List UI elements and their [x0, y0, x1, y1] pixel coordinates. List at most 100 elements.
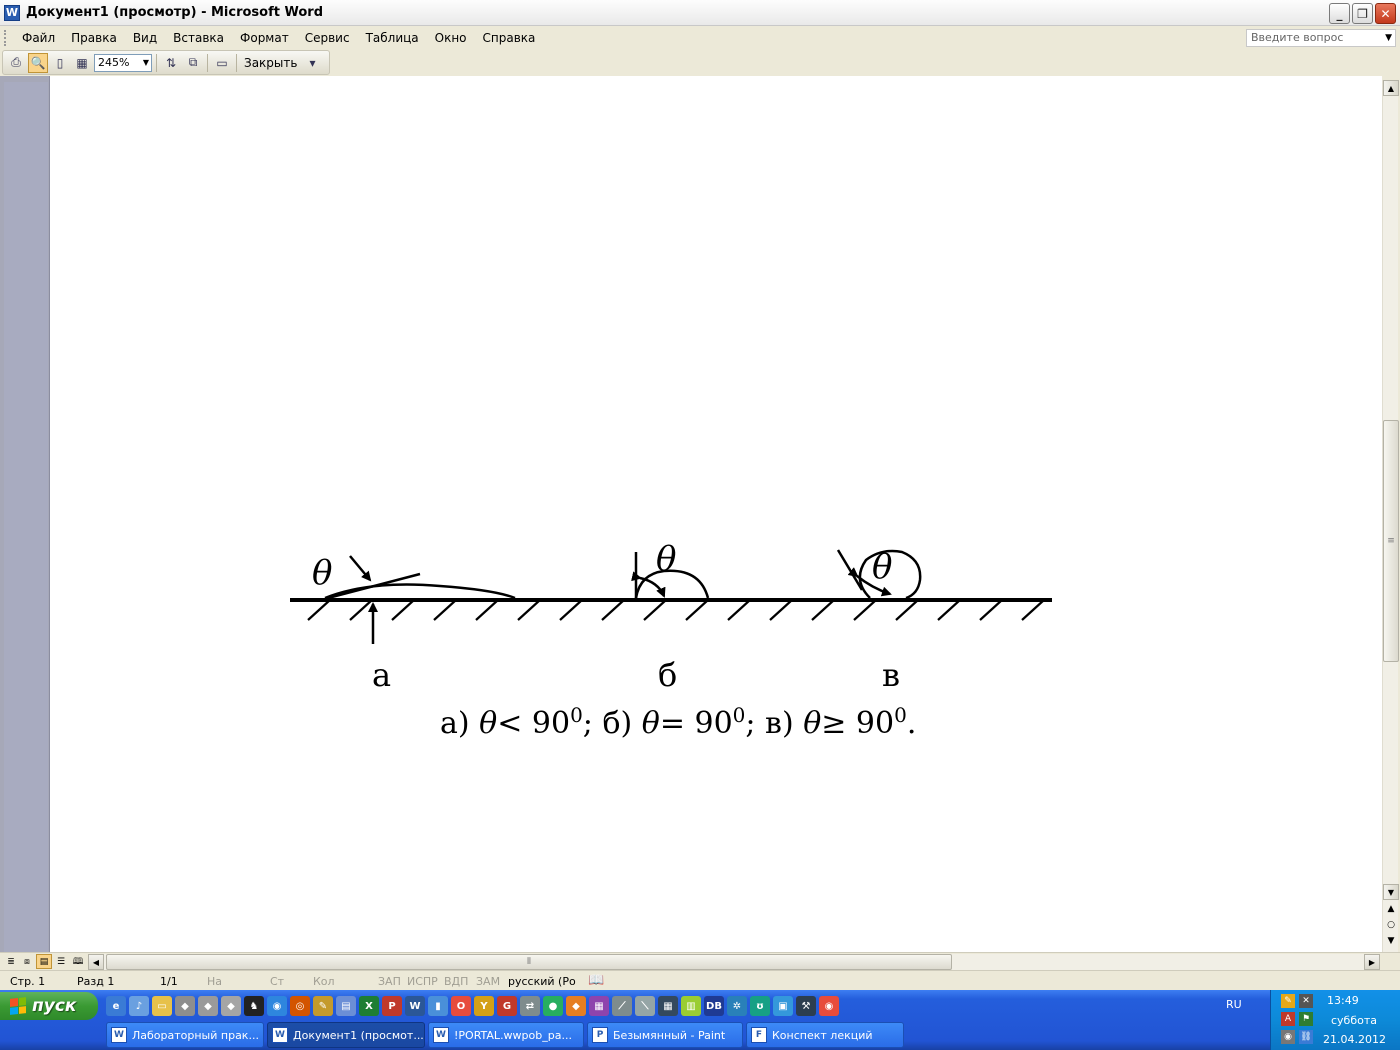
scroll-left-arrow-icon[interactable]: ◀ [88, 954, 104, 970]
utility-icon[interactable]: ▦ [589, 996, 609, 1016]
acrobat-icon[interactable]: G [497, 996, 517, 1016]
status-record[interactable]: ЗАП [378, 975, 401, 988]
chrome-icon[interactable]: ◉ [819, 996, 839, 1016]
pencil-tray-icon[interactable]: ✎ [1281, 994, 1295, 1008]
start-button[interactable]: пуск [0, 992, 98, 1020]
close-preview-button[interactable]: Закрыть [241, 56, 300, 70]
previous-page-icon[interactable]: ▲ [1386, 904, 1396, 914]
drive-icon-3[interactable]: ◆ [221, 996, 241, 1016]
close-window-button[interactable]: ✕ [1375, 3, 1396, 24]
toolbar-options-icon[interactable]: ▾ [302, 53, 322, 73]
clock-time[interactable]: 13:49 [1327, 994, 1359, 1007]
chess-icon[interactable]: ♞ [244, 996, 264, 1016]
shrink-to-fit-icon[interactable]: ⧉ [183, 53, 203, 73]
folder-icon[interactable]: ▭ [152, 996, 172, 1016]
horizontal-scrollbar[interactable]: ◀ ⦀ ▶ [88, 954, 1380, 970]
shield-tray-icon[interactable]: ⚑ [1299, 1012, 1313, 1026]
magnifier-icon[interactable]: 🔍 [28, 52, 48, 73]
menu-view[interactable]: Вид [125, 31, 165, 45]
connection-tray-icon[interactable]: ⛓ [1299, 1030, 1313, 1044]
task-lecture-notes[interactable]: F Конспект лекций [746, 1022, 904, 1048]
vertical-scrollbar[interactable]: ▲ ≡ ▼ ▲ ○ ▼ [1382, 80, 1399, 952]
menu-grip[interactable] [4, 30, 8, 46]
network-tray-icon[interactable]: ✕ [1299, 994, 1313, 1008]
minimize-button[interactable]: _ [1329, 3, 1350, 24]
task-paint[interactable]: P Безымянный - Paint [587, 1022, 743, 1048]
word-app-icon[interactable]: W [4, 4, 20, 21]
scroll-up-arrow-icon[interactable]: ▲ [1383, 80, 1399, 96]
menu-table[interactable]: Таблица [358, 31, 427, 45]
excel-icon[interactable]: X [359, 996, 379, 1016]
window-title: Документ1 (просмотр) - Microsoft Word [26, 5, 324, 20]
opera-icon[interactable]: O [451, 996, 471, 1016]
status-extend[interactable]: ВДП [444, 975, 468, 988]
print-layout-view-icon[interactable]: ▤ [36, 954, 52, 969]
restore-button[interactable]: ❐ [1352, 3, 1373, 24]
firefox-icon[interactable]: ◎ [290, 996, 310, 1016]
acrobat-tray-icon[interactable]: A [1281, 1012, 1295, 1026]
green-app-icon[interactable]: ● [543, 996, 563, 1016]
status-language[interactable]: русский (Ро [508, 975, 576, 988]
sound-tray-icon[interactable]: ◉ [1281, 1030, 1295, 1044]
menu-help[interactable]: Справка [475, 31, 544, 45]
scroll-down-arrow-icon[interactable]: ▼ [1383, 884, 1399, 900]
keyboard-language[interactable]: RU [1226, 998, 1242, 1011]
loop-icon[interactable]: ʊ [750, 996, 770, 1016]
zoom-select[interactable]: 245% ▼ [94, 53, 152, 72]
media-icon[interactable]: ♪ [129, 996, 149, 1016]
scroll-right-arrow-icon[interactable]: ▶ [1364, 954, 1380, 970]
menu-tools[interactable]: Сервис [297, 31, 358, 45]
caption-theta-2: θ [641, 706, 660, 741]
document-page[interactable] [50, 82, 1382, 952]
task-lab-practicum[interactable]: W Лабораторный прак... [106, 1022, 264, 1048]
outline-view-icon[interactable]: ☰ [53, 954, 69, 969]
web-layout-view-icon[interactable]: ⧈ [19, 954, 35, 969]
toolbar-separator [207, 53, 208, 72]
menu-edit[interactable]: Правка [63, 31, 125, 45]
document-icon[interactable]: ▤ [336, 996, 356, 1016]
dropdown-arrow-icon[interactable]: ▼ [1385, 30, 1392, 46]
menu-insert[interactable]: Вставка [165, 31, 232, 45]
globe-icon[interactable]: ◉ [267, 996, 287, 1016]
next-page-icon[interactable]: ▼ [1386, 936, 1396, 946]
brush-icon[interactable]: ⟋ [612, 996, 632, 1016]
view-ruler-icon[interactable]: ⇅ [161, 53, 181, 73]
ie-icon[interactable]: e [106, 996, 126, 1016]
one-page-icon[interactable]: ▯ [50, 53, 70, 73]
menu-file[interactable]: Файл [14, 31, 63, 45]
diamond-icon[interactable]: ◆ [566, 996, 586, 1016]
db-icon[interactable]: DB [704, 996, 724, 1016]
tools-icon[interactable]: ✎ [313, 996, 333, 1016]
powerpoint-icon[interactable]: P [382, 996, 402, 1016]
status-overtype[interactable]: ЗАМ [476, 975, 500, 988]
task-document1[interactable]: W Документ1 (просмот... [267, 1022, 425, 1048]
print-icon[interactable]: ⎙ [6, 53, 26, 73]
network-icon[interactable]: ⇄ [520, 996, 540, 1016]
menu-format[interactable]: Формат [232, 31, 297, 45]
zoom-dropdown-arrow-icon[interactable]: ▼ [143, 55, 149, 71]
caption-theta-3: θ [803, 706, 822, 741]
multiple-pages-icon[interactable]: ▦ [72, 53, 92, 73]
calculator-icon[interactable]: ▦ [658, 996, 678, 1016]
gear-app-icon[interactable]: ✲ [727, 996, 747, 1016]
select-browse-object-icon[interactable]: ○ [1386, 920, 1396, 930]
ask-question-input[interactable]: Введите вопрос ▼ [1246, 29, 1396, 47]
drive-icon-2[interactable]: ◆ [198, 996, 218, 1016]
wrench-icon[interactable]: Y [474, 996, 494, 1016]
vertical-scroll-thumb[interactable]: ≡ [1383, 420, 1399, 662]
word-icon[interactable]: W [405, 996, 425, 1016]
window-app-icon[interactable]: ▣ [773, 996, 793, 1016]
spelling-check-icon[interactable]: 📖 [588, 973, 604, 988]
tool-icon[interactable]: ⚒ [796, 996, 816, 1016]
full-screen-icon[interactable]: ▭ [212, 53, 232, 73]
status-track-changes[interactable]: ИСПР [407, 975, 438, 988]
menu-window[interactable]: Окно [427, 31, 475, 45]
app-icon[interactable]: ▮ [428, 996, 448, 1016]
normal-view-icon[interactable]: ≣ [3, 954, 19, 969]
eraser-icon[interactable]: ⟍ [635, 996, 655, 1016]
chart-app-icon[interactable]: ▥ [681, 996, 701, 1016]
reading-layout-view-icon[interactable]: 🕮 [70, 954, 86, 969]
horizontal-scroll-thumb[interactable]: ⦀ [106, 954, 952, 970]
task-portal[interactable]: W !PORTAL.wwpob_pa... [428, 1022, 584, 1048]
drive-icon[interactable]: ◆ [175, 996, 195, 1016]
